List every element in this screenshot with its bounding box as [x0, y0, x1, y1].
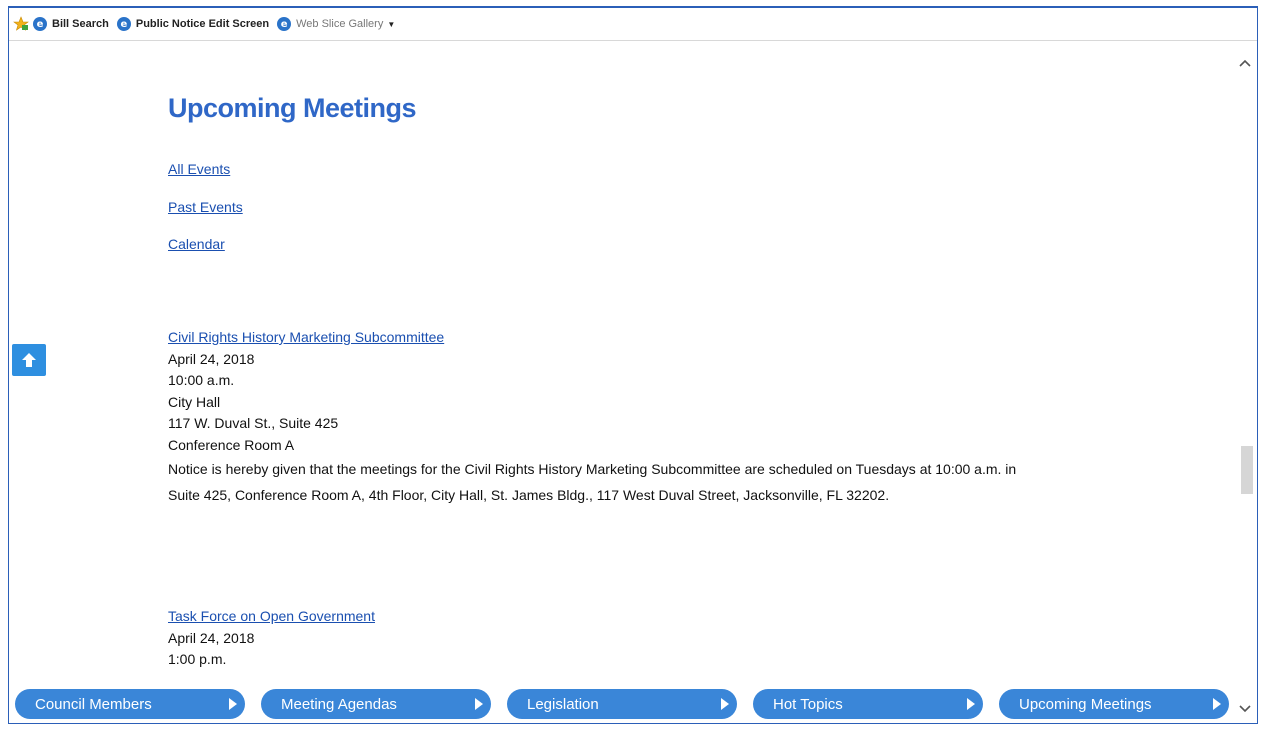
event-address: 117 W. Duval St., Suite 425: [168, 415, 339, 431]
page-title: Upcoming Meetings: [168, 93, 417, 123]
nav-label: Upcoming Meetings: [1019, 695, 1152, 713]
event-item: Task Force on Open Government April 24, …: [168, 606, 375, 671]
chevron-right-icon: [713, 698, 737, 710]
event-notice: Notice is hereby given that the meetings…: [168, 461, 1017, 503]
event-date: April 24, 2018: [168, 629, 255, 646]
nav-legislation[interactable]: Legislation: [507, 689, 737, 719]
nav-label: Council Members: [35, 695, 152, 713]
ie-icon: e: [277, 17, 292, 31]
ie-icon: e: [33, 17, 47, 31]
nav-label: Hot Topics: [773, 695, 843, 713]
nav-label: Legislation: [527, 695, 599, 713]
event-venue: City Hall: [168, 393, 221, 410]
bottom-nav: Council Members Meeting Agendas Legislat…: [9, 683, 1235, 723]
link-calendar[interactable]: Calendar: [168, 236, 225, 252]
nav-hot-topics[interactable]: Hot Topics: [753, 689, 983, 719]
chevron-right-icon: [467, 698, 491, 710]
scroll-thumb[interactable]: [1241, 446, 1253, 494]
scroll-up-icon[interactable]: [1233, 53, 1257, 73]
favorite-bill-search[interactable]: e Bill Search: [33, 17, 109, 31]
back-to-top-button[interactable]: [12, 344, 46, 376]
favorite-label: Public Notice Edit Screen: [135, 18, 270, 30]
favorite-label: Bill Search: [52, 18, 109, 30]
event-date: April 24, 2018: [168, 350, 255, 367]
page-content: Upcoming Meetings All Events Past Events…: [9, 41, 1233, 723]
favorite-web-slice-gallery[interactable]: e Web Slice Gallery ▼: [277, 17, 395, 31]
vertical-scrollbar[interactable]: [1233, 41, 1257, 723]
nav-label: Meeting Agendas: [281, 695, 397, 713]
chevron-right-icon: [1205, 698, 1229, 710]
browser-frame: e Bill Search e Public Notice Edit Scree…: [8, 6, 1258, 724]
favorites-bar: e Bill Search e Public Notice Edit Scree…: [9, 8, 1257, 41]
ie-icon: e: [116, 17, 131, 31]
arrow-up-icon: [22, 353, 36, 367]
chevron-right-icon: [959, 698, 983, 710]
link-all-events[interactable]: All Events: [168, 161, 230, 177]
favorite-label: Web Slice Gallery: [296, 18, 384, 30]
event-time: 1:00 p.m.: [168, 651, 227, 667]
event-time: 10:00 a.m.: [168, 372, 235, 388]
chevron-right-icon: [221, 698, 245, 710]
nav-upcoming-meetings[interactable]: Upcoming Meetings: [999, 689, 1229, 719]
nav-council-members[interactable]: Council Members: [15, 689, 245, 719]
scroll-down-icon[interactable]: [1233, 699, 1257, 719]
favorite-public-notice-edit-screen[interactable]: e Public Notice Edit Screen: [116, 17, 270, 31]
dropdown-caret-icon: ▼: [387, 19, 396, 29]
event-item: Civil Rights History Marketing Subcommit…: [168, 327, 1048, 508]
event-title-link[interactable]: Task Force on Open Government: [168, 606, 375, 628]
nav-meeting-agendas[interactable]: Meeting Agendas: [261, 689, 491, 719]
favorites-star-icon[interactable]: [13, 16, 29, 32]
event-room: Conference Room A: [168, 436, 295, 453]
link-past-events[interactable]: Past Events: [168, 199, 243, 215]
event-title-link[interactable]: Civil Rights History Marketing Subcommit…: [168, 327, 1048, 349]
